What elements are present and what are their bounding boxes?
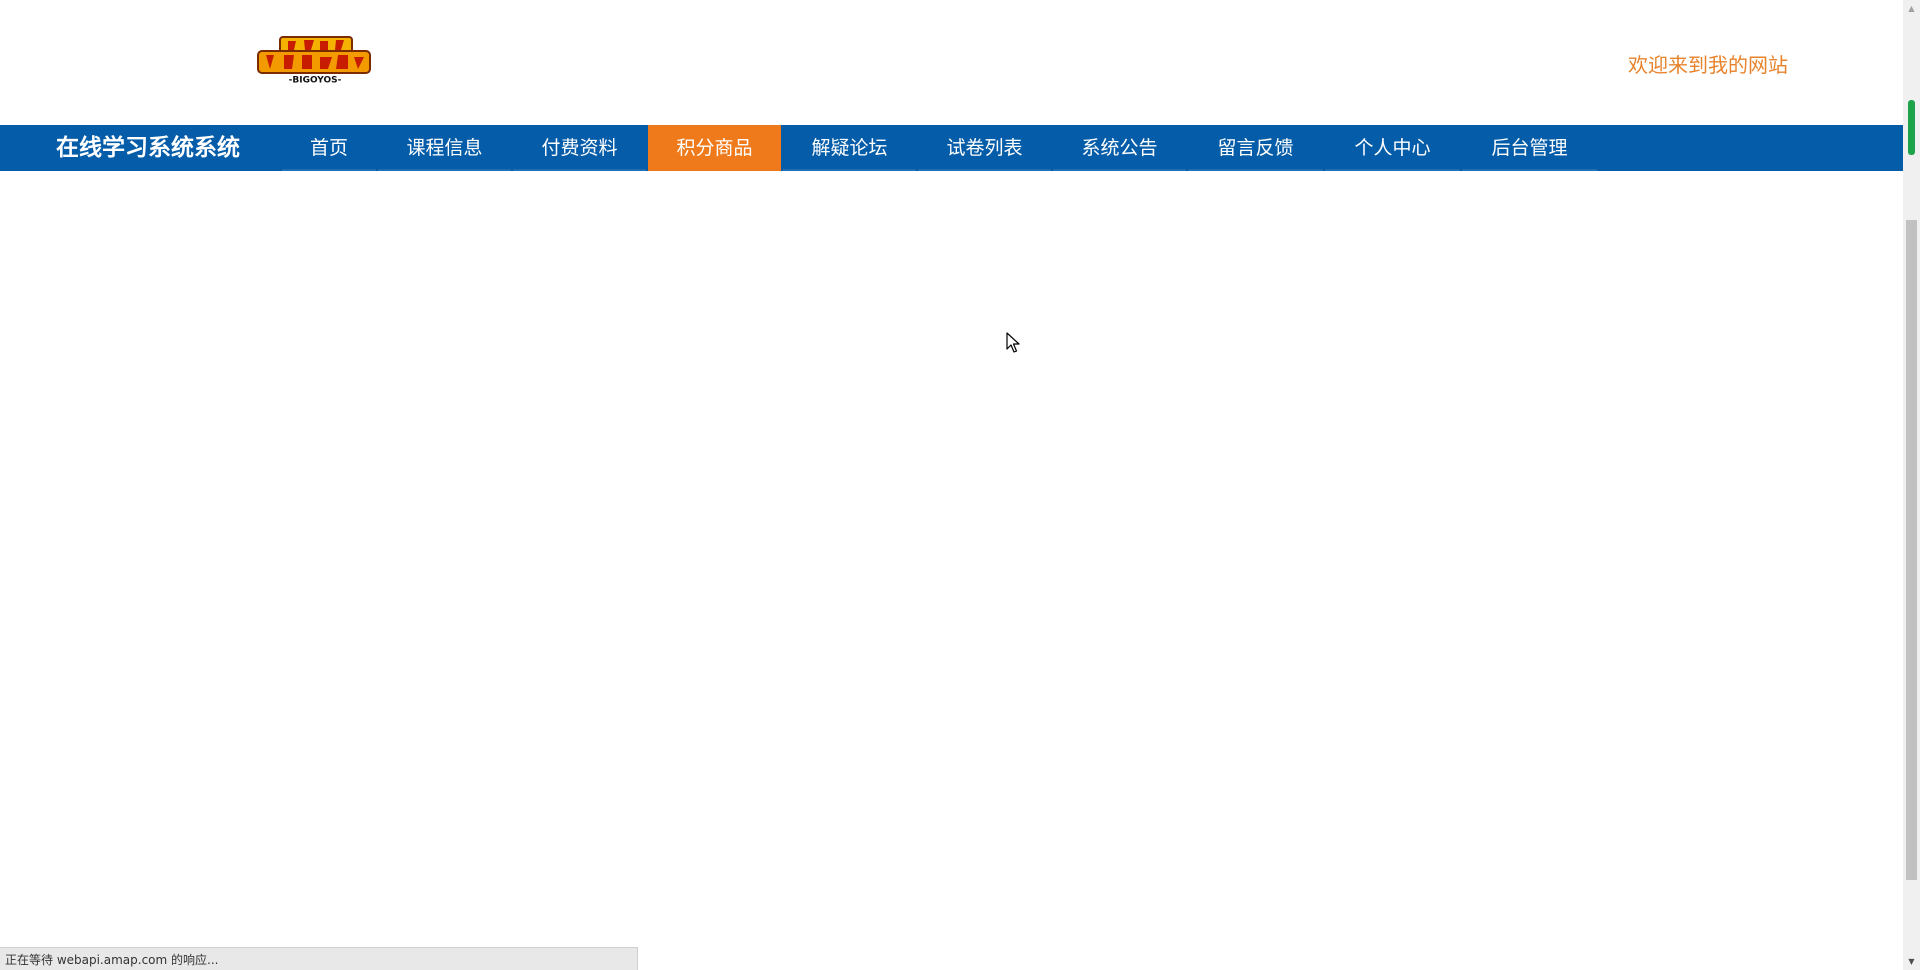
scroll-thumb[interactable] [1906, 220, 1917, 880]
scroll-position-marker [1908, 100, 1915, 155]
vertical-scrollbar[interactable]: ▲ ▼ [1903, 0, 1920, 970]
status-bar: 正在等待 webapi.amap.com 的响应... [0, 947, 638, 970]
nav-item-courses[interactable]: 课程信息 [378, 125, 511, 171]
nav-item-paid-materials[interactable]: 付费资料 [513, 125, 646, 171]
scroll-up-arrow-icon[interactable]: ▲ [1903, 0, 1920, 17]
nav-item-announcements[interactable]: 系统公告 [1053, 125, 1186, 171]
nav-item-points-shop[interactable]: 积分商品 [648, 125, 781, 171]
status-text: 正在等待 webapi.amap.com 的响应... [5, 953, 219, 967]
nav-item-home[interactable]: 首页 [282, 125, 376, 171]
svg-text:-BIGOYOS-: -BIGOYOS- [289, 76, 342, 86]
main-nav: 在线学习系统系统 首页 课程信息 付费资料 积分商品 解疑论坛 试卷列表 系统公… [0, 125, 1903, 171]
nav-item-admin[interactable]: 后台管理 [1462, 125, 1597, 171]
site-brand[interactable]: 在线学习系统系统 [56, 125, 240, 171]
nav-items: 首页 课程信息 付费资料 积分商品 解疑论坛 试卷列表 系统公告 留言反馈 个人… [282, 125, 1599, 171]
header: -BIGOYOS- 欢迎来到我的网站 [0, 0, 1903, 125]
page: -BIGOYOS- 欢迎来到我的网站 在线学习系统系统 首页 课程信息 付费资料… [0, 0, 1920, 970]
welcome-text: 欢迎来到我的网站 [1628, 53, 1788, 77]
main-content [0, 171, 1903, 941]
site-logo[interactable]: -BIGOYOS- [256, 35, 374, 95]
logo-graphic: -BIGOYOS- [257, 36, 371, 86]
mouse-cursor-icon [1006, 332, 1022, 354]
scroll-down-arrow-icon[interactable]: ▼ [1903, 953, 1920, 970]
nav-item-exam-list[interactable]: 试卷列表 [918, 125, 1051, 171]
nav-item-profile[interactable]: 个人中心 [1325, 125, 1460, 171]
nav-item-feedback[interactable]: 留言反馈 [1188, 125, 1323, 171]
nav-item-forum[interactable]: 解疑论坛 [783, 125, 916, 171]
